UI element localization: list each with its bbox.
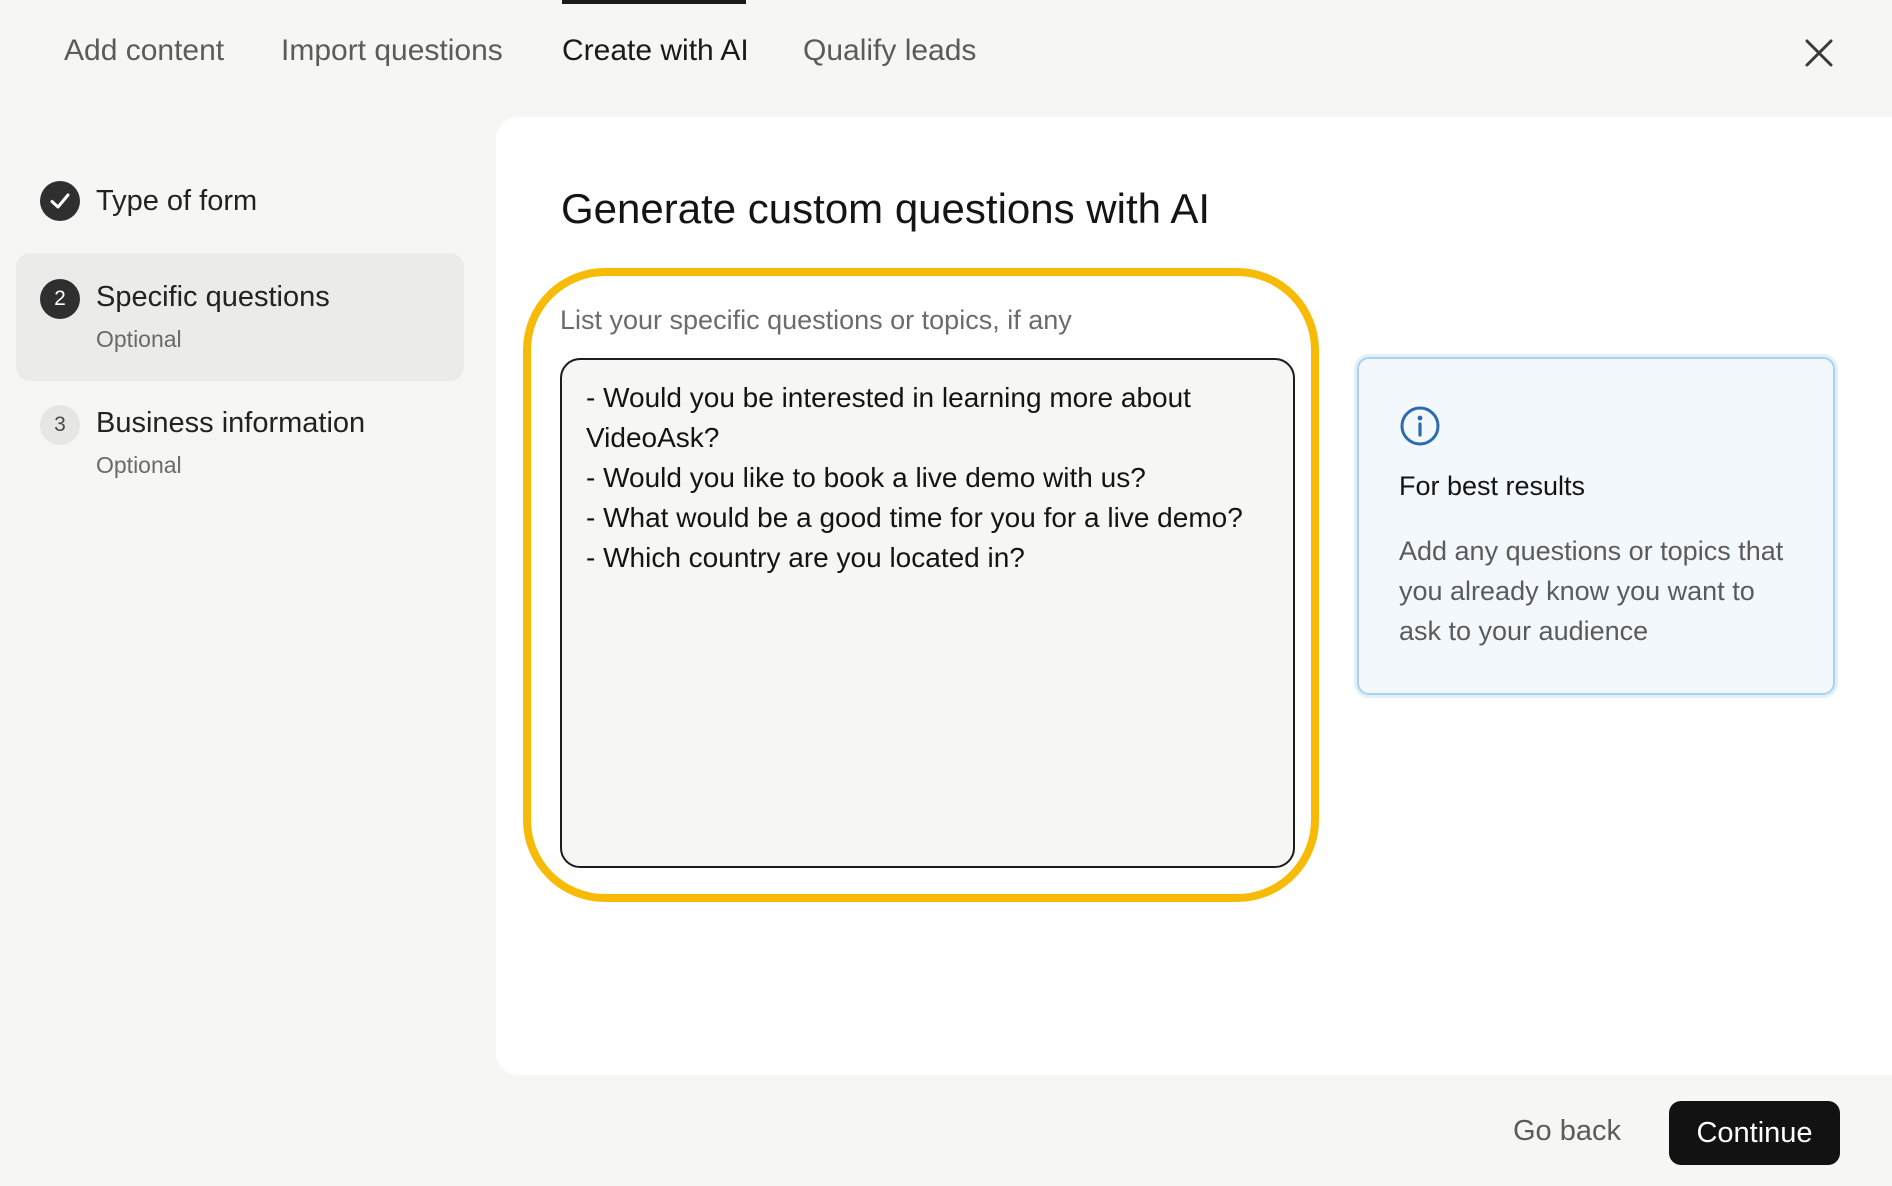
tip-body: Add any questions or topics that you alr… xyxy=(1399,536,1784,646)
tab-import-questions[interactable]: Import questions xyxy=(281,34,503,68)
step-business-information[interactable]: 3 Business information Optional xyxy=(16,381,464,501)
questions-field-label: List your specific questions or topics, … xyxy=(560,305,1072,335)
info-icon xyxy=(1400,406,1440,446)
questions-textarea[interactable]: - Would you be interested in learning mo… xyxy=(560,358,1295,868)
step-number-marker: 3 xyxy=(40,405,80,445)
active-tab-indicator xyxy=(562,0,746,4)
close-icon xyxy=(1805,39,1833,67)
step-specific-questions[interactable]: 2 Specific questions Optional xyxy=(16,253,464,381)
top-tab-bar: Add content Import questions Create with… xyxy=(0,0,1892,110)
step-done-marker xyxy=(40,181,80,221)
go-back-button[interactable]: Go back xyxy=(1513,1115,1621,1148)
check-icon xyxy=(50,193,70,209)
step-title: Business information xyxy=(96,407,366,439)
close-button[interactable] xyxy=(1802,36,1836,70)
tab-add-content[interactable]: Add content xyxy=(64,34,224,68)
step-subtitle: Optional xyxy=(96,452,182,478)
step-subtitle: Optional xyxy=(96,326,182,352)
step-title: Type of form xyxy=(96,185,258,217)
tip-title: For best results xyxy=(1399,471,1586,501)
step-type-of-form[interactable]: Type of form xyxy=(16,150,464,224)
main-panel: Generate custom questions with AI List y… xyxy=(496,117,1892,1075)
step-title: Specific questions xyxy=(96,281,330,313)
continue-button[interactable]: Continue xyxy=(1669,1101,1840,1165)
tip-card: For best results Add any questions or to… xyxy=(1357,357,1835,695)
page-title: Generate custom questions with AI xyxy=(561,185,1211,232)
stepper: Type of form 2 Specific questions Option… xyxy=(16,150,464,501)
tab-create-with-ai[interactable]: Create with AI xyxy=(562,34,749,68)
step-number-marker: 2 xyxy=(40,279,80,319)
tab-qualify-leads[interactable]: Qualify leads xyxy=(803,34,976,68)
